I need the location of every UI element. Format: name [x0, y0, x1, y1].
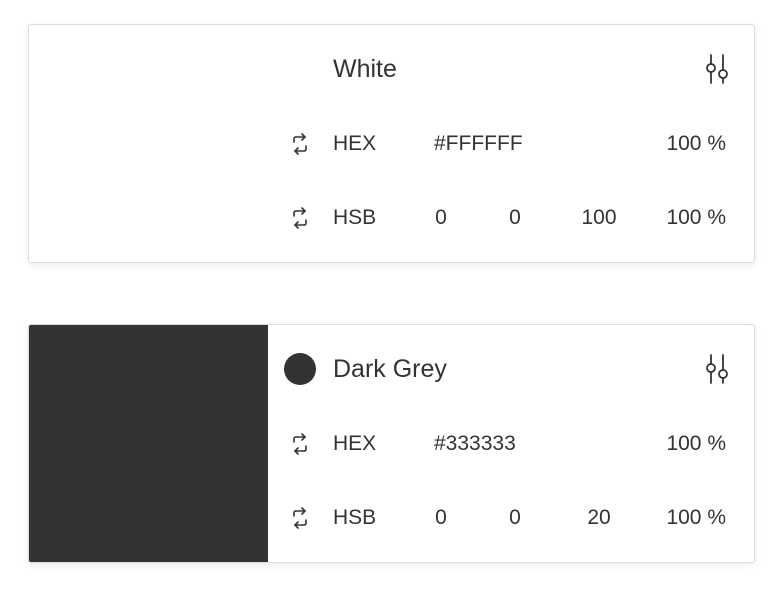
alpha-value[interactable]: 100 % — [666, 129, 726, 159]
swap-icon — [293, 133, 307, 155]
hex-row: HEX #FFFFFF 100 % — [29, 129, 754, 159]
color-card-white: White HEX #FFFFFF 100 % HSB 0 0 100 100 … — [28, 24, 755, 263]
mode-label: HEX — [333, 132, 377, 155]
hue-value[interactable]: 0 — [411, 203, 471, 233]
alpha-value[interactable]: 100 % — [666, 203, 726, 233]
mode-label: HSB — [333, 506, 377, 529]
hsb-row: HSB 0 0 20 100 % — [29, 503, 754, 533]
brightness-value[interactable]: 100 — [569, 203, 629, 233]
mode-label: HEX — [333, 432, 377, 455]
hex-value[interactable]: #FFFFFF — [434, 129, 523, 159]
hue-value[interactable]: 0 — [411, 503, 471, 533]
hex-row: HEX #333333 100 % — [29, 429, 754, 459]
color-card-dark-grey: Dark Grey HEX #333333 100 % HSB 0 0 20 1… — [28, 324, 755, 563]
swap-format-button[interactable] — [289, 133, 311, 155]
hsb-row: HSB 0 0 100 100 % — [29, 203, 754, 233]
brightness-value[interactable]: 20 — [569, 503, 629, 533]
alpha-value[interactable]: 100 % — [666, 429, 726, 459]
swap-icon — [293, 433, 307, 455]
mode-label: HSB — [333, 206, 377, 229]
sliders-icon — [706, 54, 728, 84]
adjust-button[interactable] — [702, 53, 732, 85]
swap-format-button[interactable] — [289, 433, 311, 455]
saturation-value[interactable]: 0 — [485, 503, 545, 533]
color-dot — [284, 53, 316, 85]
swap-icon — [293, 207, 307, 229]
color-name: White — [333, 55, 397, 83]
sliders-icon — [706, 354, 728, 384]
hex-value[interactable]: #333333 — [434, 429, 516, 459]
swap-format-button[interactable] — [289, 207, 311, 229]
color-dot — [284, 353, 316, 385]
swap-format-button[interactable] — [289, 507, 311, 529]
saturation-value[interactable]: 0 — [485, 203, 545, 233]
color-name: Dark Grey — [333, 355, 447, 383]
alpha-value[interactable]: 100 % — [666, 503, 726, 533]
swap-icon — [293, 507, 307, 529]
adjust-button[interactable] — [702, 353, 732, 385]
